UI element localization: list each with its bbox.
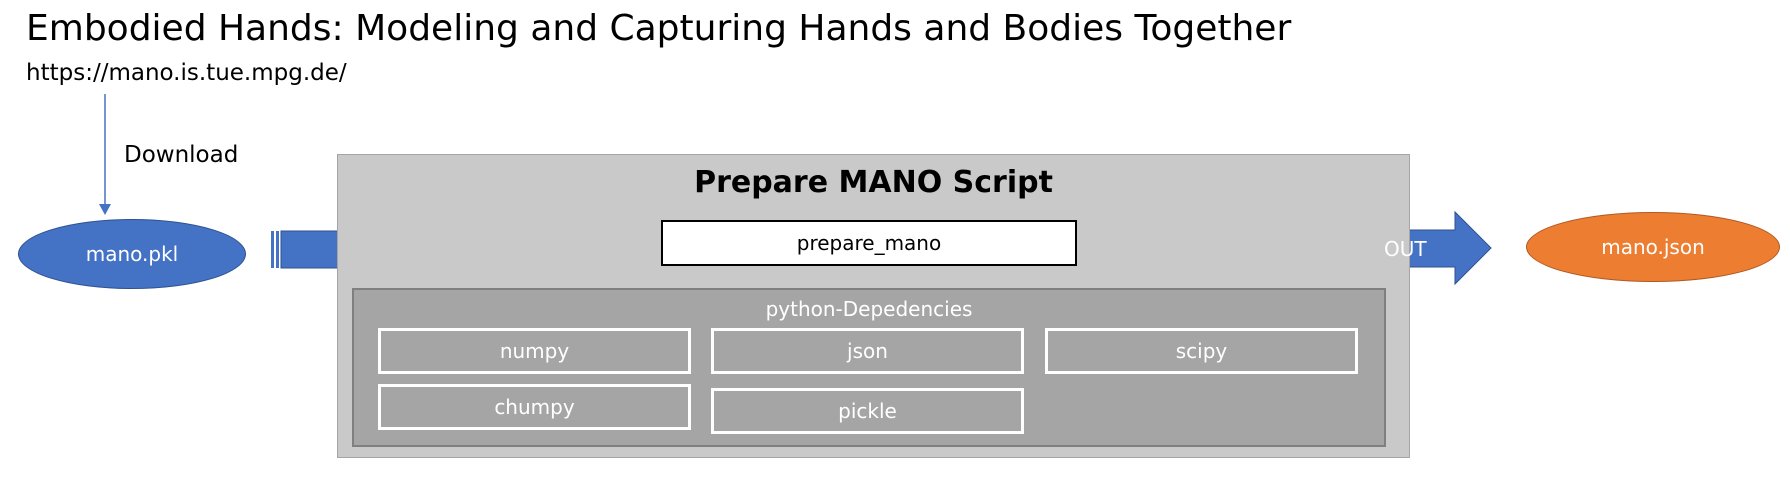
dependency-scipy: scipy <box>1045 328 1358 374</box>
dependency-json: json <box>711 328 1024 374</box>
dependency-chumpy: chumpy <box>378 384 691 430</box>
mano-json-node: mano.json <box>1526 212 1780 282</box>
dependency-pickle: pickle <box>711 388 1024 434</box>
mano-pkl-node: mano.pkl <box>18 219 246 289</box>
download-label: Download <box>124 142 239 168</box>
dependency-numpy: numpy <box>378 328 691 374</box>
out-label: OUT <box>1384 237 1427 261</box>
download-arrowhead <box>99 204 111 215</box>
script-title: Prepare MANO Script <box>694 165 1053 200</box>
prepare-mano-module: prepare_mano <box>661 220 1077 266</box>
dependencies-title: python-Depedencies <box>765 297 973 321</box>
